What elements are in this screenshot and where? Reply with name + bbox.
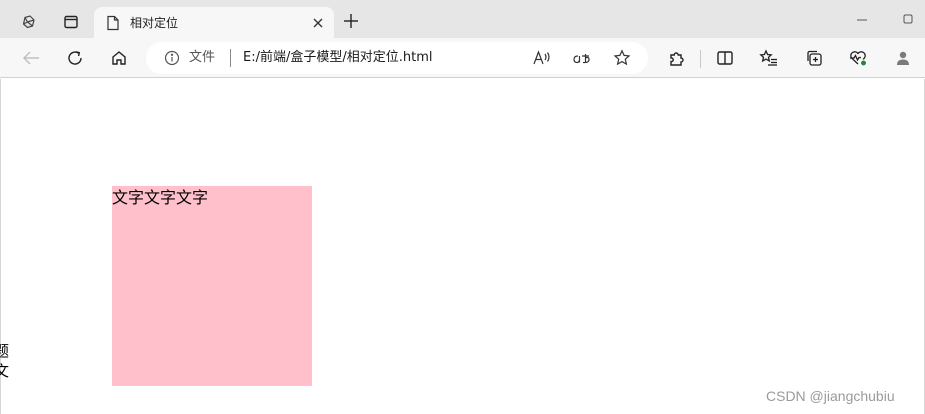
close-icon[interactable] bbox=[308, 13, 328, 33]
split-screen-icon[interactable] bbox=[711, 44, 739, 72]
tab-title: 相对定位 bbox=[130, 16, 179, 30]
tab-active[interactable]: 相对定位 bbox=[94, 7, 334, 39]
minimize-icon[interactable] bbox=[850, 8, 874, 30]
browser-window: 相对定位 文件 E:/前端/盒子模型/相对定位.html 文字文字文字 题 文 … bbox=[0, 0, 925, 414]
read-aloud-icon[interactable] bbox=[530, 46, 554, 70]
address-bar[interactable]: 文件 E:/前端/盒子模型/相对定位.html bbox=[146, 42, 648, 74]
puzzle-icon[interactable] bbox=[663, 44, 691, 72]
tab-strip: 相对定位 bbox=[0, 0, 925, 39]
profile-icon[interactable] bbox=[889, 44, 917, 72]
page-viewport: 文字文字文字 题 文 CSDN @jiangchubiu bbox=[0, 79, 925, 414]
toolbar: 文件 E:/前端/盒子模型/相对定位.html bbox=[0, 38, 925, 78]
translate-icon[interactable] bbox=[570, 46, 594, 70]
clipped-text-glyph: 文 bbox=[0, 362, 10, 380]
box-text: 文字文字文字 bbox=[112, 188, 209, 207]
star-icon[interactable] bbox=[610, 46, 634, 70]
tab-panel-icon[interactable] bbox=[57, 8, 85, 36]
heartbeat-icon[interactable] bbox=[844, 44, 872, 72]
address-info-label: 文件 bbox=[189, 50, 216, 65]
refresh-icon[interactable] bbox=[61, 44, 89, 72]
clipped-text-glyph: 题 bbox=[0, 342, 10, 360]
favorites-list-icon[interactable] bbox=[755, 44, 783, 72]
maximize-icon[interactable] bbox=[896, 8, 920, 30]
workspaces-icon[interactable] bbox=[14, 8, 42, 36]
address-url[interactable]: E:/前端/盒子模型/相对定位.html bbox=[243, 50, 432, 66]
address-separator bbox=[230, 49, 231, 67]
page-icon bbox=[106, 15, 120, 31]
info-icon[interactable] bbox=[164, 50, 180, 66]
csdn-watermark: CSDN @jiangchubiu bbox=[766, 388, 895, 404]
toolbar-divider bbox=[700, 50, 701, 68]
plus-icon[interactable] bbox=[339, 9, 363, 33]
relative-positioned-box: 文字文字文字 bbox=[112, 186, 312, 386]
back-arrow-icon[interactable] bbox=[17, 44, 45, 72]
collections-icon[interactable] bbox=[800, 44, 828, 72]
home-icon[interactable] bbox=[105, 44, 133, 72]
